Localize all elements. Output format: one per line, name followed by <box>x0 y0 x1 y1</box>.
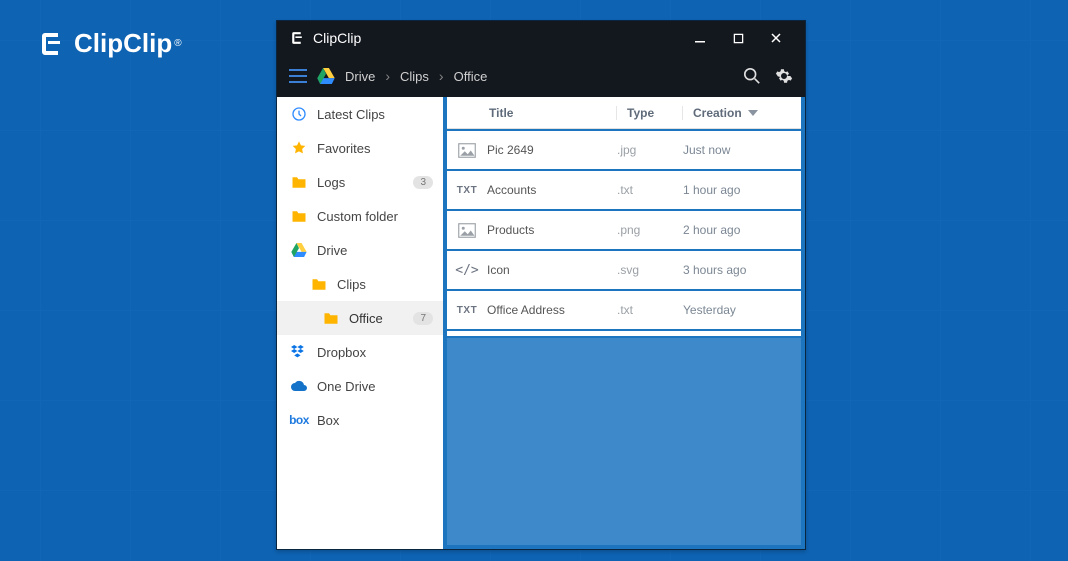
row-type: .png <box>617 223 683 237</box>
table-row[interactable]: </>Icon.svg3 hours ago <box>447 251 801 289</box>
sidebar-item-label: Office <box>349 311 403 326</box>
menu-icon[interactable] <box>289 69 307 83</box>
row-type: .svg <box>617 263 683 277</box>
list-empty-area <box>447 338 801 545</box>
brand-registered: ® <box>174 38 181 49</box>
sidebar-item-onedrive[interactable]: One Drive <box>277 369 443 403</box>
row-type: .txt <box>617 183 683 197</box>
row-title: Office Address <box>487 303 617 317</box>
onedrive-icon <box>291 378 307 394</box>
folder-icon <box>323 310 339 326</box>
sidebar-item-label: Logs <box>317 175 403 190</box>
toolbar: Drive › Clips › Office <box>277 55 805 97</box>
count-badge: 7 <box>413 312 433 325</box>
image-icon <box>447 223 487 238</box>
sidebar-item-label: Clips <box>337 277 443 292</box>
chevron-right-icon: › <box>439 68 444 84</box>
folder-icon <box>291 208 307 224</box>
sidebar-item-custom[interactable]: Custom folder <box>277 199 443 233</box>
sidebar-item-drive[interactable]: Drive <box>277 233 443 267</box>
brand-mark-icon <box>36 29 66 59</box>
txt-icon: TXT <box>447 185 487 196</box>
row-title: Accounts <box>487 183 617 197</box>
titlebar[interactable]: ClipClip <box>277 21 805 55</box>
txt-icon: TXT <box>447 305 487 316</box>
sidebar-item-office[interactable]: Office 7 <box>277 301 443 335</box>
count-badge: 3 <box>413 176 433 189</box>
sidebar-item-label: Favorites <box>317 141 443 156</box>
folder-icon <box>291 174 307 190</box>
chevron-right-icon: › <box>385 68 390 84</box>
gdrive-icon <box>317 68 335 84</box>
row-created: 2 hour ago <box>683 223 801 237</box>
row-created: Yesterday <box>683 303 801 317</box>
crumb-drive[interactable]: Drive <box>345 69 375 84</box>
sidebar-item-label: Custom folder <box>317 209 443 224</box>
file-list-panel: Title Type Creation Pic 2649.jpgJust now… <box>443 97 805 549</box>
minimize-button[interactable] <box>681 21 719 55</box>
image-icon <box>447 143 487 158</box>
sidebar-item-fav[interactable]: Favorites <box>277 131 443 165</box>
brand-name: ClipClip <box>74 28 172 59</box>
window-title: ClipClip <box>313 30 681 46</box>
sidebar-item-clips[interactable]: Clips <box>277 267 443 301</box>
table-row[interactable]: TXTOffice Address.txtYesterday <box>447 291 801 329</box>
sidebar-item-latest[interactable]: Latest Clips <box>277 97 443 131</box>
row-title: Products <box>487 223 617 237</box>
sidebar: Latest Clips Favorites Logs 3 Custom folder D… <box>277 97 443 549</box>
crumb-clips[interactable]: Clips <box>400 69 429 84</box>
breadcrumb: Drive › Clips › Office <box>345 68 733 84</box>
star-icon <box>291 140 307 156</box>
row-created: 3 hours ago <box>683 263 801 277</box>
chevron-down-icon <box>748 110 758 116</box>
close-button[interactable] <box>757 21 795 55</box>
row-created: 1 hour ago <box>683 183 801 197</box>
row-type: .jpg <box>617 143 683 157</box>
sidebar-item-label: Drive <box>317 243 443 258</box>
clock-icon <box>291 106 307 122</box>
box-icon: box <box>291 412 307 428</box>
folder-icon <box>311 276 327 292</box>
sidebar-item-dropbox[interactable]: Dropbox <box>277 335 443 369</box>
brand-logo: ClipClip ® <box>36 28 182 59</box>
sidebar-item-label: Latest Clips <box>317 107 443 122</box>
row-type: .txt <box>617 303 683 317</box>
gdrive-icon <box>291 242 307 258</box>
sidebar-item-label: Dropbox <box>317 345 443 360</box>
row-created: Just now <box>683 143 801 157</box>
code-icon: </> <box>447 263 487 278</box>
table-row[interactable]: Products.png2 hour ago <box>447 211 801 249</box>
search-icon[interactable] <box>743 67 761 85</box>
maximize-button[interactable] <box>719 21 757 55</box>
table-row[interactable]: TXTAccounts.txt1 hour ago <box>447 171 801 209</box>
col-header-type[interactable]: Type <box>617 106 683 120</box>
row-title: Icon <box>487 263 617 277</box>
col-header-title[interactable]: Title <box>447 106 617 120</box>
app-window: ClipClip Drive › Clips › Office <box>276 20 806 550</box>
sidebar-item-box[interactable]: box Box <box>277 403 443 437</box>
crumb-office[interactable]: Office <box>454 69 488 84</box>
sidebar-item-logs[interactable]: Logs 3 <box>277 165 443 199</box>
settings-icon[interactable] <box>775 67 793 85</box>
sidebar-item-label: Box <box>317 413 443 428</box>
row-title: Pic 2649 <box>487 143 617 157</box>
app-logo-icon <box>289 30 305 46</box>
table-row[interactable]: Company's logo.aiYesterday <box>447 331 801 336</box>
col-header-created[interactable]: Creation <box>683 106 801 120</box>
column-header-row: Title Type Creation <box>447 97 801 129</box>
sidebar-item-label: One Drive <box>317 379 443 394</box>
dropbox-icon <box>291 344 307 360</box>
table-row[interactable]: Pic 2649.jpgJust now <box>447 131 801 169</box>
